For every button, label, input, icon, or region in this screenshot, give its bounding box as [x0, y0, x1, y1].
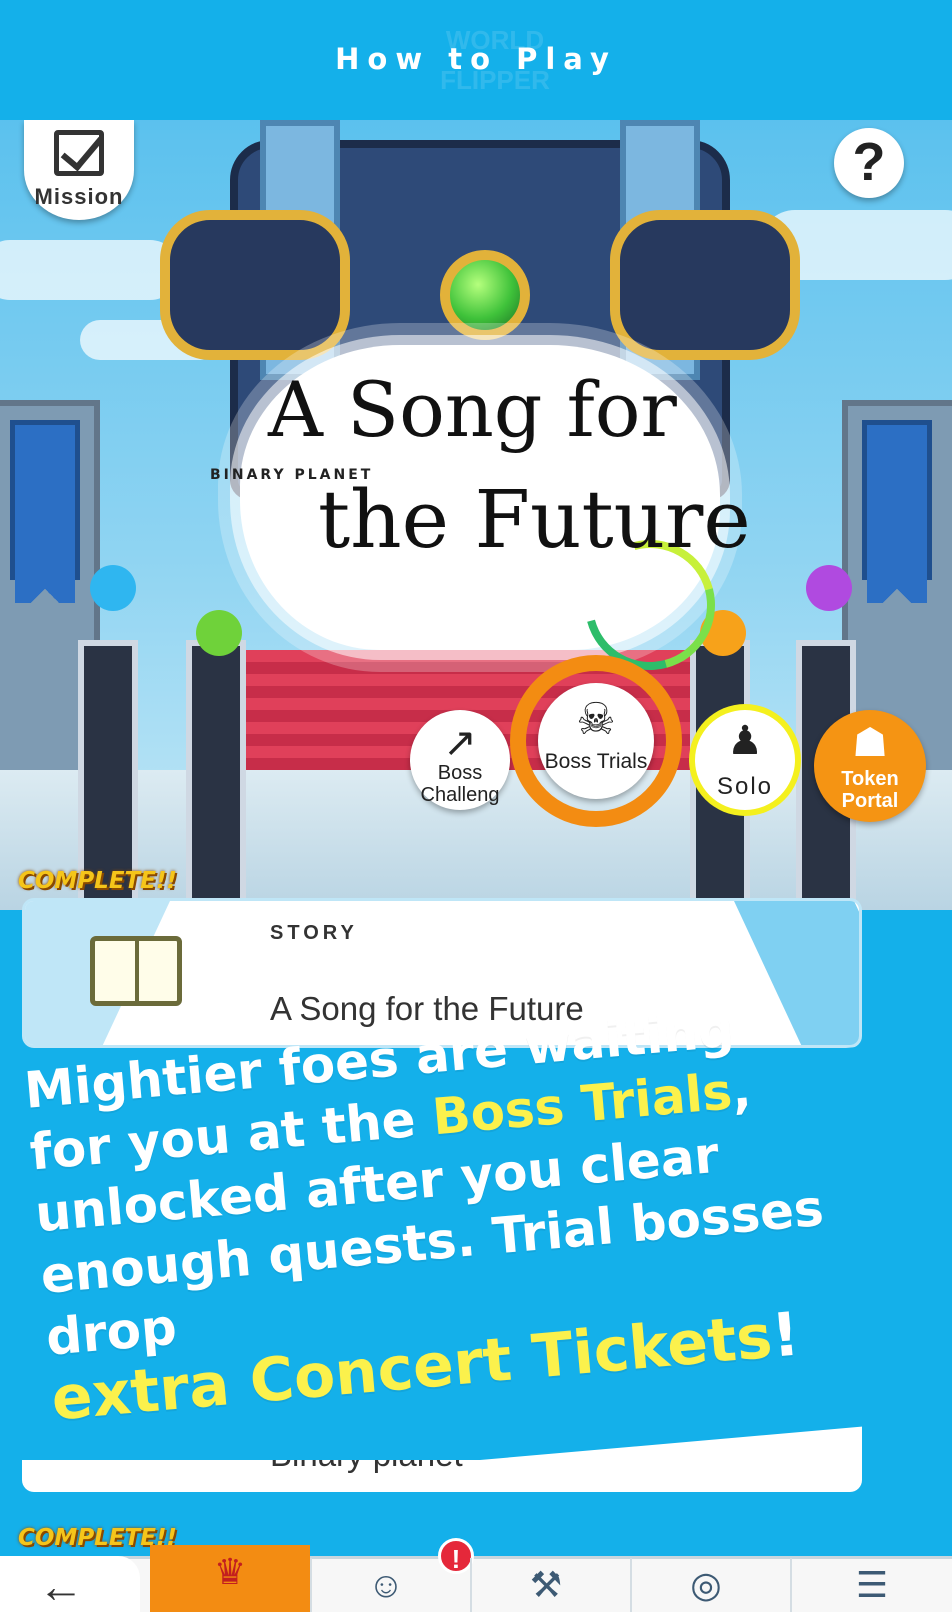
solo-button[interactable]: ♟ Solo [695, 710, 795, 810]
trending-chart-icon: ↗ [443, 721, 477, 765]
boss-trials-label: Boss Trials [544, 750, 648, 773]
nav-item-summon[interactable]: ◎ [630, 1558, 780, 1612]
boss-challenge-button[interactable]: ↗ Boss Challeng [410, 710, 510, 810]
complete-badge: COMPLETE!! [18, 868, 177, 894]
question-icon: ? [852, 132, 886, 192]
story-label: STORY [270, 922, 358, 944]
stage-orb [90, 565, 136, 611]
boss-challenge-label-line1: Boss [437, 762, 483, 784]
nav-item-equipment[interactable]: ⚒ [470, 1558, 620, 1612]
banner-right [862, 420, 932, 603]
mission-button[interactable]: Mission [24, 120, 134, 220]
alert-badge: ! [438, 1538, 474, 1574]
help-button[interactable]: ? [834, 128, 904, 198]
stage-orb [806, 565, 852, 611]
solo-character-icon: ♟ [727, 719, 763, 763]
title-logo-line2: the Future [318, 473, 751, 566]
nav-item-menu[interactable]: ☰ [790, 1558, 952, 1612]
book-icon [90, 936, 182, 1006]
robot-core-gem [440, 250, 530, 340]
back-arrow-icon: ← [38, 1560, 84, 1612]
stage-orb [196, 610, 242, 656]
checkbox-icon [54, 130, 104, 176]
page-title: How to Play [335, 42, 617, 76]
equipment-icon: ⚒ [529, 1564, 563, 1605]
back-button[interactable]: ← [0, 1556, 140, 1612]
boss-challenge-label-line2: Challeng [420, 784, 500, 806]
boss-trials-button[interactable]: ☠ Boss Trials [538, 683, 654, 799]
cloud [0, 240, 180, 300]
token-portal-label-line2: Portal [841, 790, 899, 812]
token-portal-label-line1: Token [841, 768, 899, 790]
header-bar: WORLD FLIPPER How to Play [0, 0, 952, 120]
title-logo-line1: A Song for [268, 365, 677, 454]
stage-pillar [186, 640, 246, 910]
game-scene: A Song for BINARY PLANET the Future Miss… [0, 120, 952, 910]
party-character-icon: ♛ [213, 1551, 247, 1592]
demon-face-icon: ☠ [576, 695, 616, 744]
token-pot-icon: ☗ [852, 721, 888, 765]
summon-portal-icon: ◎ [690, 1564, 722, 1605]
nav-item-party[interactable]: ♛ [150, 1545, 310, 1612]
nav-item-characters[interactable]: ☺ [310, 1558, 460, 1612]
robot-arm-right [610, 210, 800, 360]
character-icon: ☺ [367, 1564, 405, 1605]
banner-left [10, 420, 80, 603]
solo-label: Solo [716, 773, 774, 800]
token-portal-button[interactable]: ☗ Token Portal [814, 710, 926, 822]
menu-list-icon: ☰ [855, 1564, 889, 1605]
robot-arm-left [160, 210, 350, 360]
mission-label: Mission [34, 184, 124, 209]
